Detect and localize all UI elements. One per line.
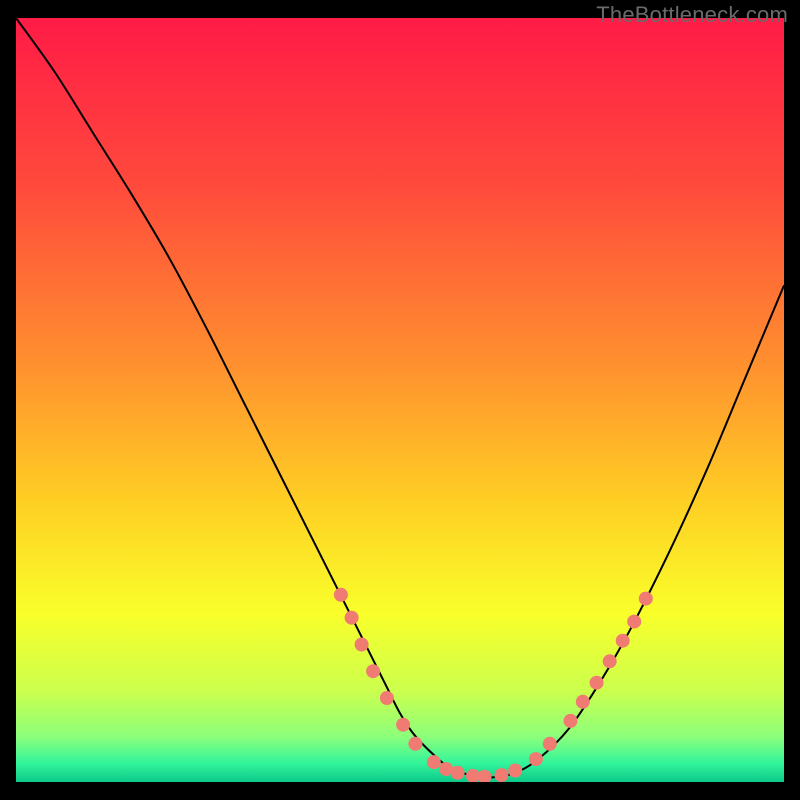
curve-marker: [345, 611, 359, 625]
curve-marker: [529, 752, 543, 766]
curve-marker: [380, 691, 394, 705]
plot-area: [16, 18, 784, 782]
curve-marker: [627, 615, 641, 629]
curve-marker: [427, 755, 441, 769]
curve-layer: [16, 18, 784, 782]
curve-markers: [334, 588, 653, 782]
watermark-text: TheBottleneck.com: [596, 2, 788, 28]
curve-marker: [508, 764, 522, 778]
curve-marker: [478, 770, 492, 782]
curve-marker: [576, 695, 590, 709]
curve-marker: [366, 664, 380, 678]
curve-marker: [639, 592, 653, 606]
curve-marker: [396, 718, 410, 732]
curve-marker: [494, 768, 508, 782]
curve-marker: [603, 654, 617, 668]
bottleneck-curve: [16, 18, 784, 778]
curve-marker: [590, 676, 604, 690]
curve-marker: [451, 766, 465, 780]
curve-marker: [408, 737, 422, 751]
curve-marker: [616, 634, 630, 648]
curve-marker: [543, 737, 557, 751]
curve-marker: [564, 714, 578, 728]
curve-marker: [355, 638, 369, 652]
chart-canvas: TheBottleneck.com: [0, 0, 800, 800]
curve-marker: [334, 588, 348, 602]
